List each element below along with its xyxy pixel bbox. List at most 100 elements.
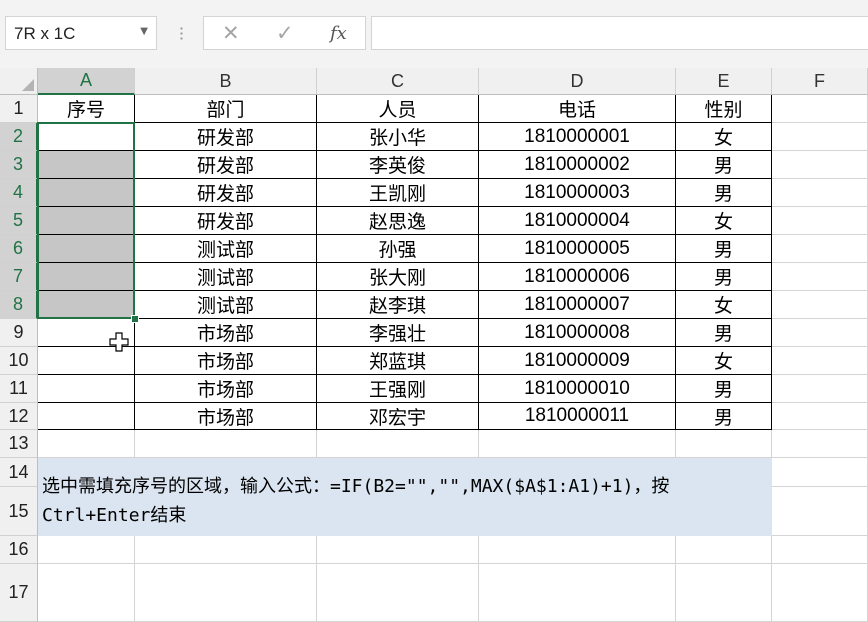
row-header-12[interactable]: 12 — [0, 403, 38, 430]
row-header-11[interactable]: 11 — [0, 375, 38, 403]
cell-a16[interactable] — [38, 536, 135, 564]
cell-f1[interactable] — [772, 95, 868, 123]
cell-e9[interactable]: 男 — [676, 319, 772, 347]
row-header-17[interactable]: 17 — [0, 564, 38, 622]
cell-f10[interactable] — [772, 347, 868, 375]
cancel-icon[interactable]: ✕ — [222, 21, 240, 45]
cell-d1[interactable]: 电话 — [479, 95, 676, 123]
cell-b2[interactable]: 研发部 — [135, 123, 317, 151]
cell-d11[interactable]: 1810000010 — [479, 375, 676, 403]
cell-f17[interactable] — [772, 564, 868, 622]
cell-e3[interactable]: 男 — [676, 151, 772, 179]
column-header-e[interactable]: E — [676, 68, 772, 95]
cell-b11[interactable]: 市场部 — [135, 375, 317, 403]
row-header-5[interactable]: 5 — [0, 207, 38, 235]
row-header-9[interactable]: 9 — [0, 319, 38, 347]
cell-e10[interactable]: 女 — [676, 347, 772, 375]
column-header-f[interactable]: F — [772, 68, 868, 95]
cell-e2[interactable]: 女 — [676, 123, 772, 151]
cell-b5[interactable]: 研发部 — [135, 207, 317, 235]
cell-c17[interactable] — [317, 564, 479, 622]
cell-a3[interactable] — [38, 151, 135, 179]
formula-input[interactable] — [371, 16, 868, 50]
cell-b17[interactable] — [135, 564, 317, 622]
cell-a12[interactable] — [38, 403, 135, 430]
row-header-6[interactable]: 6 — [0, 235, 38, 263]
cell-b4[interactable]: 研发部 — [135, 179, 317, 207]
cell-b6[interactable]: 测试部 — [135, 235, 317, 263]
cell-b13[interactable] — [135, 430, 317, 458]
column-header-c[interactable]: C — [317, 68, 479, 95]
cell-e4[interactable]: 男 — [676, 179, 772, 207]
column-header-b[interactable]: B — [135, 68, 317, 95]
cell-d17[interactable] — [479, 564, 676, 622]
cell-f15[interactable] — [772, 487, 868, 536]
chevron-down-icon[interactable]: ▼ — [140, 26, 148, 37]
column-header-d[interactable]: D — [479, 68, 676, 95]
insert-function-icon[interactable]: fx — [330, 23, 347, 44]
cell-a1[interactable]: 序号 — [38, 95, 135, 123]
cell-c12[interactable]: 邓宏宇 — [317, 403, 479, 430]
row-header-1[interactable]: 1 — [0, 95, 38, 123]
cell-e7[interactable]: 男 — [676, 263, 772, 291]
cell-a5[interactable] — [38, 207, 135, 235]
cell-b10[interactable]: 市场部 — [135, 347, 317, 375]
cell-d9[interactable]: 1810000008 — [479, 319, 676, 347]
row-header-15[interactable]: 15 — [0, 487, 38, 536]
cell-a13[interactable] — [38, 430, 135, 458]
cell-f2[interactable] — [772, 123, 868, 151]
cell-c1[interactable]: 人员 — [317, 95, 479, 123]
cell-b1[interactable]: 部门 — [135, 95, 317, 123]
row-header-8[interactable]: 8 — [0, 291, 38, 319]
cell-b12[interactable]: 市场部 — [135, 403, 317, 430]
cell-a2[interactable] — [38, 123, 135, 151]
cell-f16[interactable] — [772, 536, 868, 564]
cell-b16[interactable] — [135, 536, 317, 564]
cell-c5[interactable]: 赵思逸 — [317, 207, 479, 235]
cell-f12[interactable] — [772, 403, 868, 430]
cell-c7[interactable]: 张大刚 — [317, 263, 479, 291]
cell-e11[interactable]: 男 — [676, 375, 772, 403]
cell-d8[interactable]: 1810000007 — [479, 291, 676, 319]
cell-b3[interactable]: 研发部 — [135, 151, 317, 179]
cell-a17[interactable] — [38, 564, 135, 622]
cell-e5[interactable]: 女 — [676, 207, 772, 235]
cell-a7[interactable] — [38, 263, 135, 291]
cell-c6[interactable]: 孙强 — [317, 235, 479, 263]
cell-a6[interactable] — [38, 235, 135, 263]
cell-f3[interactable] — [772, 151, 868, 179]
cell-c9[interactable]: 李强壮 — [317, 319, 479, 347]
enter-icon[interactable]: ✓ — [276, 21, 294, 45]
cell-d3[interactable]: 1810000002 — [479, 151, 676, 179]
row-header-4[interactable]: 4 — [0, 179, 38, 207]
cell-c10[interactable]: 郑蓝琪 — [317, 347, 479, 375]
cell-f9[interactable] — [772, 319, 868, 347]
cell-f11[interactable] — [772, 375, 868, 403]
cell-d2[interactable]: 1810000001 — [479, 123, 676, 151]
cell-f4[interactable] — [772, 179, 868, 207]
spreadsheet-grid[interactable]: A B C D E F 1 2 3 4 5 6 7 8 9 10 11 12 13 14 15 16 17 序号 部门 人员 电话性… — [0, 68, 868, 622]
cell-b9[interactable]: 市场部 — [135, 319, 317, 347]
cell-d5[interactable]: 1810000004 — [479, 207, 676, 235]
cell-e12[interactable]: 男 — [676, 403, 772, 430]
cell-d13[interactable] — [479, 430, 676, 458]
cell-f13[interactable] — [772, 430, 868, 458]
cell-f6[interactable] — [772, 235, 868, 263]
name-box[interactable]: 7R x 1C ▼ — [5, 16, 157, 50]
cell-d10[interactable]: 1810000009 — [479, 347, 676, 375]
row-header-7[interactable]: 7 — [0, 263, 38, 291]
fill-handle[interactable] — [131, 315, 139, 323]
cell-e8[interactable]: 女 — [676, 291, 772, 319]
cell-c16[interactable] — [317, 536, 479, 564]
cell-e6[interactable]: 男 — [676, 235, 772, 263]
row-header-2[interactable]: 2 — [0, 123, 38, 151]
cell-b7[interactable]: 测试部 — [135, 263, 317, 291]
cell-c13[interactable] — [317, 430, 479, 458]
cell-a11[interactable] — [38, 375, 135, 403]
row-header-10[interactable]: 10 — [0, 347, 38, 375]
cell-c11[interactable]: 王强刚 — [317, 375, 479, 403]
cell-c8[interactable]: 赵李琪 — [317, 291, 479, 319]
cell-f14[interactable] — [772, 458, 868, 487]
cell-e17[interactable] — [676, 564, 772, 622]
cell-d16[interactable] — [479, 536, 676, 564]
